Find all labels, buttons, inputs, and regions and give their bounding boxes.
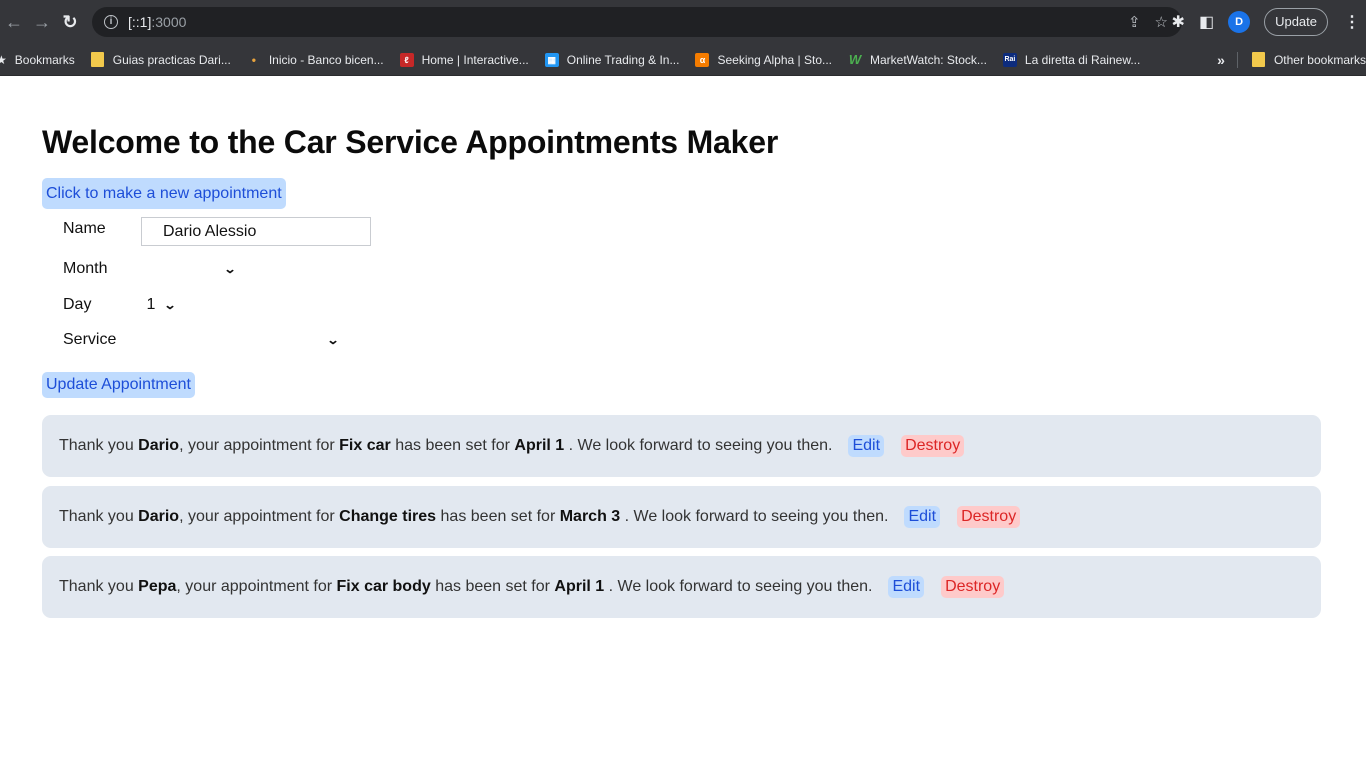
other-bookmarks[interactable]: Other bookmarks <box>1251 52 1366 67</box>
bookmark-label: Online Trading & In... <box>566 52 680 67</box>
forward-icon[interactable]: → <box>28 0 56 44</box>
name-row: Name <box>63 220 106 238</box>
folder-icon <box>1251 52 1265 67</box>
browser-toolbar: ← → ↻ i [::1]:3000 ⇪ ☆ ✱ ◧ D Update ⋮ <box>0 0 1366 44</box>
bookmark-rai[interactable]: Rai La diretta di Rainew... <box>1002 52 1141 67</box>
bookmark-seeking-alpha[interactable]: α Seeking Alpha | Sto... <box>695 52 832 67</box>
appointment-mid: , your appointment for <box>179 437 340 454</box>
reload-icon[interactable]: ↻ <box>56 0 84 44</box>
destroy-button[interactable]: Destroy <box>901 435 965 457</box>
appointment-suffix: . We look forward to seeing you then. <box>620 508 889 525</box>
bookmark-bookmarks[interactable]: ★ Bookmarks <box>0 53 75 67</box>
appointment-prefix: Thank you <box>59 578 139 595</box>
bookmark-label: MarketWatch: Stock... <box>870 52 987 67</box>
update-button[interactable]: Update <box>1264 8 1328 36</box>
site-info-icon[interactable]: i <box>104 15 118 29</box>
day-label: Day <box>63 296 92 313</box>
address-bar[interactable]: i [::1]:3000 ⇪ ☆ <box>92 7 1182 37</box>
appointment-name: Dario <box>138 437 180 454</box>
destroy-button[interactable]: Destroy <box>957 506 1021 528</box>
url-host: [::1] <box>128 14 152 30</box>
chevron-down-icon: ⌄ <box>223 262 237 276</box>
appointment-text: Thank you Dario, your appointment for Ch… <box>59 508 888 526</box>
bookmark-star-icon[interactable]: ☆ <box>1155 13 1168 31</box>
bank-icon: • <box>251 52 256 67</box>
share-icon[interactable]: ⇪ <box>1128 13 1141 31</box>
side-panel-icon[interactable]: ◧ <box>1199 12 1214 32</box>
bookmark-label: Home | Interactive... <box>421 52 529 67</box>
appointment-card: Thank you Dario, your appointment for Ch… <box>42 486 1321 548</box>
appointment-suffix: . We look forward to seeing you then. <box>564 437 833 454</box>
name-input[interactable]: Dario Alessio <box>141 217 371 246</box>
update-appointment-button[interactable]: Update Appointment <box>42 372 195 398</box>
bookmark-guias[interactable]: Guias practicas Dari... <box>90 52 231 67</box>
day-value: 1 <box>146 296 156 313</box>
service-label: Service <box>63 331 117 348</box>
name-label: Name <box>63 220 106 237</box>
menu-icon[interactable]: ⋮ <box>1344 12 1360 32</box>
edit-button[interactable]: Edit <box>848 435 885 457</box>
bookmarks-divider <box>1236 51 1238 68</box>
bookmark-label: Bookmarks <box>14 52 75 67</box>
appointment-service: Change tires <box>339 508 437 525</box>
month-label: Month <box>63 260 108 277</box>
appointment-date: April 1 <box>514 437 565 454</box>
bookmark-label: Seeking Alpha | Sto... <box>717 52 832 67</box>
marketwatch-icon: W <box>848 51 862 67</box>
profile-avatar[interactable]: D <box>1228 11 1251 33</box>
new-appointment-button[interactable]: Click to make a new appointment <box>42 178 286 209</box>
appointment-name: Dario <box>138 508 180 525</box>
appointment-date: March 3 <box>559 508 621 525</box>
url-text: [::1]:3000 <box>128 14 186 30</box>
appointment-service: Fix car <box>339 437 391 454</box>
destroy-button[interactable]: Destroy <box>941 576 1005 598</box>
appointment-service: Fix car body <box>336 578 431 595</box>
star-icon: ★ <box>0 53 7 67</box>
appointment-mid: , your appointment for <box>179 508 340 525</box>
appointment-suffix: . We look forward to seeing you then. <box>604 578 873 595</box>
more-bookmarks-button[interactable]: » <box>1217 52 1225 68</box>
bookmark-interactive[interactable]: ℓ Home | Interactive... <box>399 52 529 67</box>
extensions-icon[interactable]: ✱ <box>1172 12 1185 32</box>
appointment-card: Thank you Pepa, your appointment for Fix… <box>42 556 1321 618</box>
appointment-text: Thank you Dario, your appointment for Fi… <box>59 437 832 455</box>
bookmark-marketwatch[interactable]: W MarketWatch: Stock... <box>848 51 987 67</box>
month-row: Month ⌄ <box>63 260 237 278</box>
folder-icon <box>90 52 104 67</box>
appointment-mid: has been set for <box>390 437 515 454</box>
appointment-mid: , your appointment for <box>176 578 337 595</box>
rai-icon: Rai <box>1002 52 1017 67</box>
trading-icon: ▦ <box>544 52 559 67</box>
appointment-prefix: Thank you <box>59 437 139 454</box>
appointment-date: April 1 <box>554 578 605 595</box>
back-icon[interactable]: ← <box>0 0 28 44</box>
interactive-icon: ℓ <box>399 52 414 67</box>
bookmark-label: La diretta di Rainew... <box>1024 52 1141 67</box>
appointment-prefix: Thank you <box>59 508 139 525</box>
day-select[interactable]: 1 ⌄ <box>146 296 177 314</box>
alpha-icon: α <box>695 52 710 67</box>
appointment-mid: has been set for <box>430 578 555 595</box>
bookmark-label: Inicio - Banco bicen... <box>268 52 384 67</box>
appointment-text: Thank you Pepa, your appointment for Fix… <box>59 578 872 596</box>
url-port: :3000 <box>151 14 187 30</box>
appointment-mid: has been set for <box>436 508 560 525</box>
month-select[interactable]: ⌄ <box>107 262 237 276</box>
bookmarks-bar: ★ Bookmarks Guias practicas Dari... • In… <box>0 44 1366 76</box>
chevron-down-icon: ⌄ <box>326 333 340 347</box>
edit-button[interactable]: Edit <box>904 506 941 528</box>
page-content: Welcome to the Car Service Appointments … <box>0 76 1366 768</box>
page-title: Welcome to the Car Service Appointments … <box>42 124 779 160</box>
bookmark-banco[interactable]: • Inicio - Banco bicen... <box>247 53 384 67</box>
chevron-down-icon: ⌄ <box>163 298 177 312</box>
bookmark-label: Guias practicas Dari... <box>112 52 231 67</box>
edit-button[interactable]: Edit <box>888 576 925 598</box>
bookmark-trading[interactable]: ▦ Online Trading & In... <box>544 52 680 67</box>
other-bookmarks-label: Other bookmarks <box>1273 52 1366 67</box>
service-select[interactable]: ⌄ <box>116 333 340 347</box>
service-row: Service ⌄ <box>63 331 340 349</box>
appointment-card: Thank you Dario, your appointment for Fi… <box>42 415 1321 477</box>
day-row: Day 1 ⌄ <box>63 296 177 314</box>
appointment-name: Pepa <box>138 578 177 595</box>
